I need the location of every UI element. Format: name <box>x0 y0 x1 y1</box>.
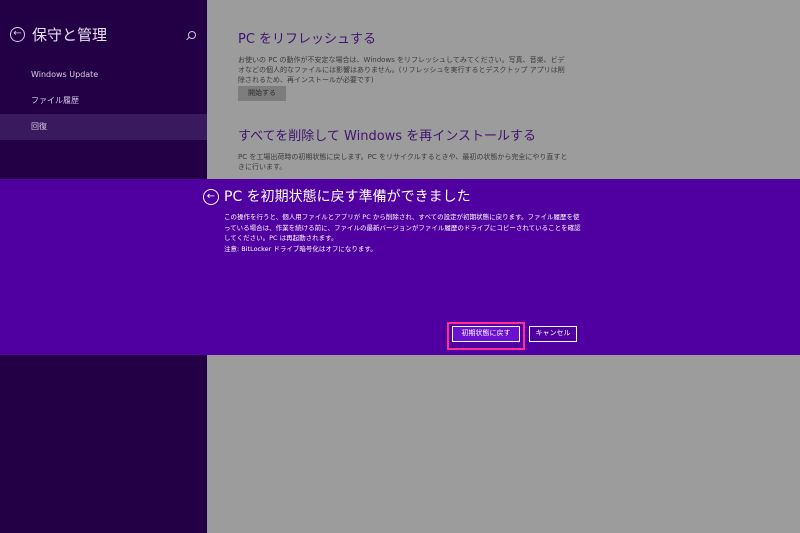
sidebar-item-file-history[interactable]: ファイル履歴 <box>0 88 207 114</box>
refresh-start-button[interactable]: 開始する <box>238 86 286 101</box>
reset-section-title: すべてを削除して Windows を再インストールする <box>238 129 536 144</box>
flyout-body: この操作を行うと、個人用ファイルとアプリが PC から削除され、すべての設定が初… <box>224 212 584 254</box>
cancel-button[interactable]: キャンセル <box>529 326 577 342</box>
sidebar-item-recovery[interactable]: 回復 <box>0 114 207 140</box>
back-arrow-icon[interactable]: ← <box>203 189 219 205</box>
sidebar-item-windows-update[interactable]: Windows Update <box>0 62 207 88</box>
reset-confirm-flyout: ← PC を初期状態に戻す準備ができました この操作を行うと、個人用ファイルとア… <box>0 179 800 355</box>
refresh-section-description: お使いの PC の動作が不安定な場合は、Windows をリフレッシュしてみてく… <box>238 56 565 84</box>
flyout-title: PC を初期状態に戻す準備ができました <box>224 189 471 205</box>
sidebar-header: ← 保守と管理 <box>10 26 200 48</box>
back-arrow-icon[interactable]: ← <box>10 27 25 42</box>
reset-section-description: PC を工場出荷時の初期状態に戻します。PC をリサイクルするときや、最初の状態… <box>238 153 568 171</box>
screen: ← 保守と管理 Windows Update ファイル履歴 回復 PC をリフレ… <box>0 0 800 533</box>
search-icon[interactable] <box>188 31 196 39</box>
refresh-section-title: PC をリフレッシュする <box>238 32 377 47</box>
flyout-note: 注意: BitLocker ドライブ暗号化はオフになります。 <box>224 244 377 253</box>
reset-button[interactable]: 初期状態に戻す <box>452 326 520 342</box>
flyout-body-text: この操作を行うと、個人用ファイルとアプリが PC から削除され、すべての設定が初… <box>224 213 581 242</box>
sidebar-title: 保守と管理 <box>32 26 108 44</box>
